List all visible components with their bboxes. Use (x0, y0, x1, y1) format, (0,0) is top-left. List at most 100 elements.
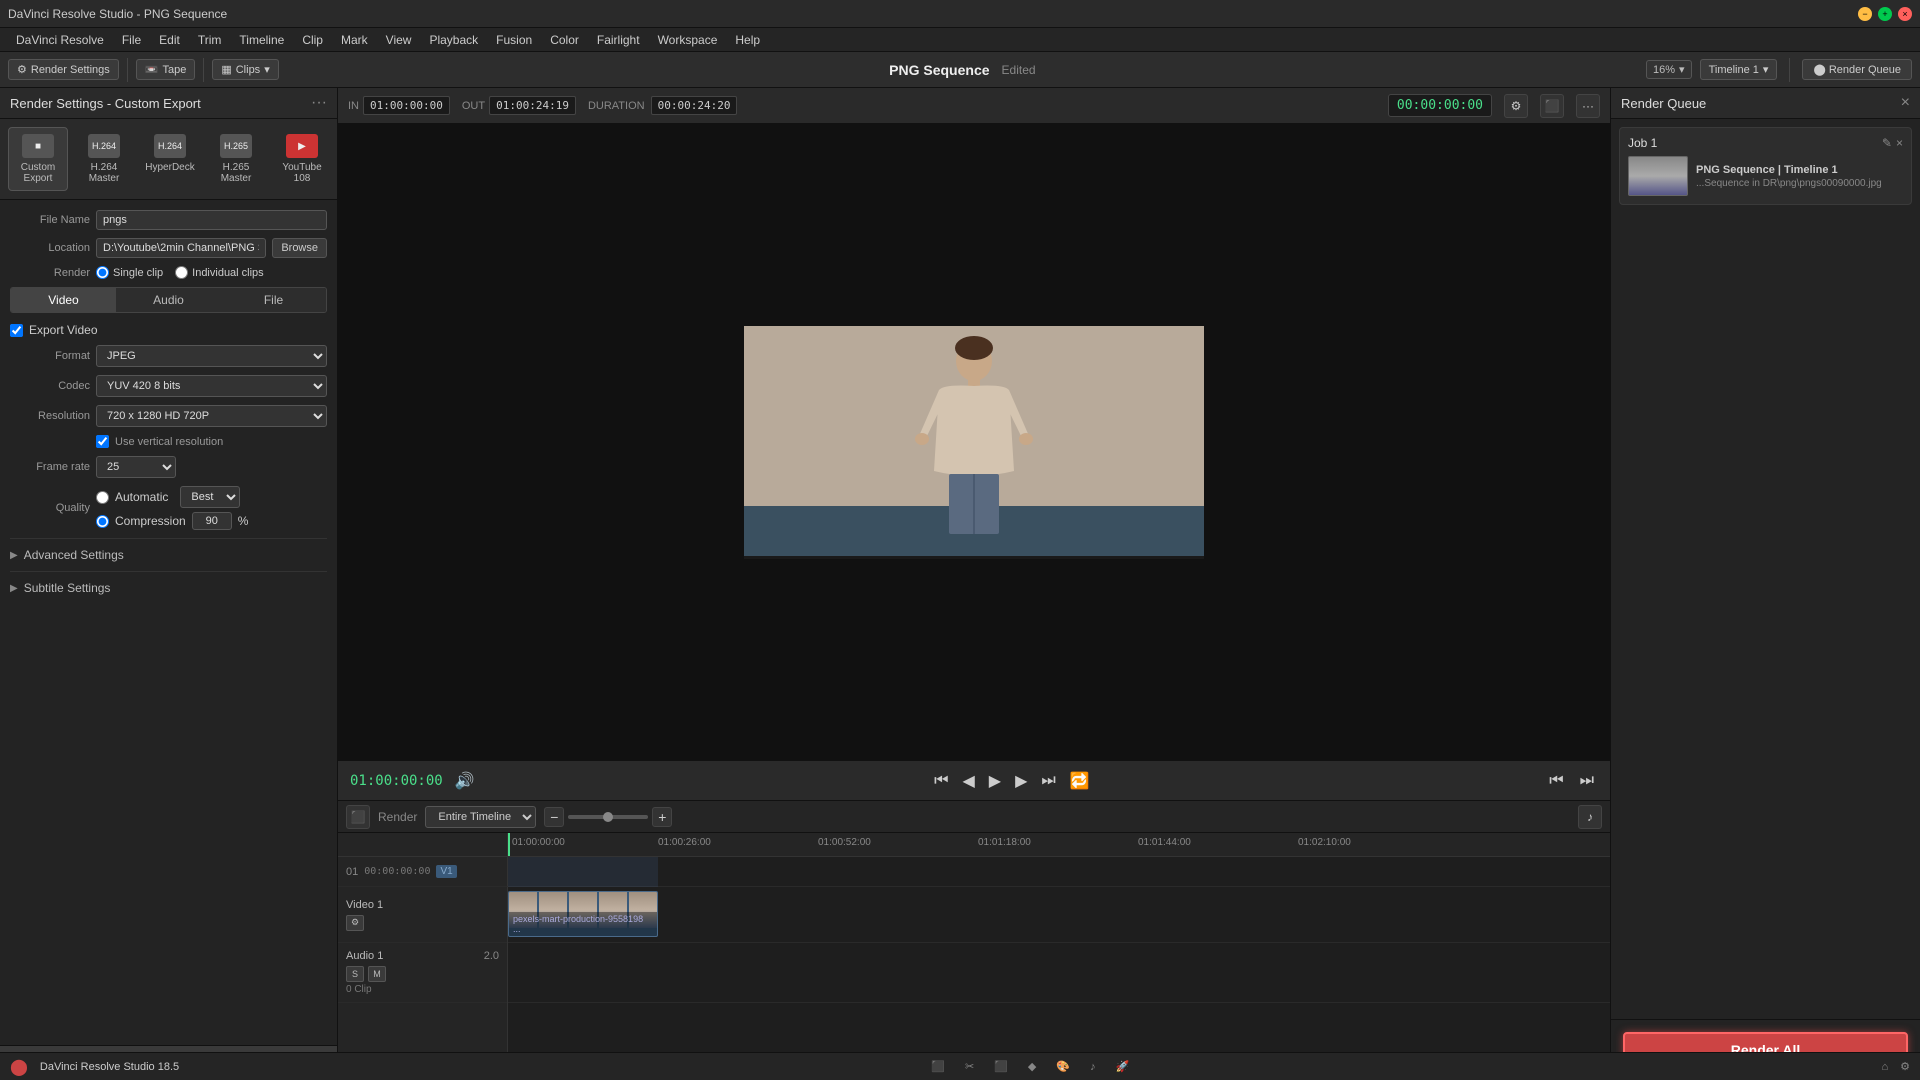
a1-solo-btn[interactable]: S (346, 966, 364, 982)
window-controls[interactable]: − + × (1858, 7, 1912, 21)
preset-youtube[interactable]: ▶ YouTube 108 (272, 127, 332, 191)
video-clip-1[interactable]: pexels-mart-production-9558198 ... (508, 891, 658, 937)
clips-btn[interactable]: ▦ Clips ▾ (212, 59, 278, 80)
menu-workspace[interactable]: Workspace (650, 31, 726, 49)
advanced-settings-header[interactable]: ▶ Advanced Settings (10, 545, 327, 565)
dual-viewer-btn[interactable]: ⬛ (1540, 94, 1564, 118)
frame-rate-select[interactable]: 25 (96, 456, 176, 478)
preset-h265-master[interactable]: H.265 H.265 Master (206, 127, 266, 191)
preset-hyperdeck[interactable]: H.264 HyperDeck (140, 127, 200, 191)
zoom-in-btn[interactable]: + (652, 807, 672, 827)
zoom-out-btn[interactable]: − (544, 807, 564, 827)
a1-track-btns: S M (346, 966, 499, 982)
tab-file[interactable]: File (221, 288, 326, 312)
timeline-link-btn[interactable]: ⬛ (346, 805, 370, 829)
menu-playback[interactable]: Playback (421, 31, 486, 49)
export-video-checkbox[interactable] (10, 324, 23, 337)
status-edit-btn[interactable]: ✂ (965, 1060, 974, 1073)
vertical-res-checkbox[interactable] (96, 435, 109, 448)
file-name-input[interactable] (96, 210, 327, 230)
menu-trim[interactable]: Trim (190, 31, 230, 49)
resolution-select[interactable]: 720 x 1280 HD 720P (96, 405, 327, 427)
quality-best-select[interactable]: Best (180, 486, 240, 508)
status-deliver-btn[interactable]: 🚀 (1116, 1060, 1130, 1073)
tape-btn[interactable]: 📼 Tape (136, 59, 196, 80)
menu-fairlight[interactable]: Fairlight (589, 31, 648, 49)
menu-mark[interactable]: Mark (333, 31, 376, 49)
track-labels: 01 00:00:00:00 V1 Video 1 ⚙ Aud (338, 833, 508, 1080)
menu-file[interactable]: File (114, 31, 149, 49)
render-settings-btn[interactable]: ⚙ Render Settings (8, 59, 119, 80)
render-queue-btn[interactable]: ⬤ Render Queue (1802, 59, 1912, 80)
status-fairlight-btn[interactable]: ♪ (1090, 1061, 1096, 1073)
individual-clips-radio[interactable] (175, 266, 188, 279)
menu-help[interactable]: Help (727, 31, 768, 49)
compression-value-input[interactable] (192, 512, 232, 530)
zoom-level-btn[interactable]: 16% ▾ (1646, 60, 1692, 79)
timecode-options-btn[interactable]: ⚙ (1504, 94, 1528, 118)
subtitle-settings-header[interactable]: ▶ Subtitle Settings (10, 578, 327, 598)
menu-timeline[interactable]: Timeline (231, 31, 292, 49)
timeline-select-btn[interactable]: Timeline 1 ▾ (1700, 59, 1778, 80)
location-input[interactable] (96, 238, 266, 258)
step-back-btn[interactable]: ◀ (958, 769, 978, 793)
maximize-button[interactable]: + (1878, 7, 1892, 21)
subtitle-settings-label: Subtitle Settings (24, 581, 111, 595)
render-queue-close-btn[interactable]: × (1901, 94, 1910, 112)
panel-options-btn[interactable]: ··· (311, 94, 327, 112)
single-clip-option[interactable]: Single clip (96, 266, 163, 279)
status-settings-btn[interactable]: ⚙ (1900, 1060, 1910, 1073)
zoom-slider[interactable] (568, 815, 648, 819)
browse-button[interactable]: Browse (272, 238, 327, 258)
preset-h264-master[interactable]: H.264 H.264 Master (74, 127, 134, 191)
close-button[interactable]: × (1898, 7, 1912, 21)
status-media-btn[interactable]: ⬛ (931, 1060, 945, 1073)
minimize-button[interactable]: − (1858, 7, 1872, 21)
tab-audio[interactable]: Audio (116, 288, 221, 312)
volume-btn[interactable]: 🔊 (451, 769, 479, 793)
menu-edit[interactable]: Edit (151, 31, 188, 49)
go-to-start-btn[interactable]: ⏮ (930, 770, 952, 792)
menu-color[interactable]: Color (542, 31, 587, 49)
codec-row: Codec YUV 420 8 bits (10, 375, 327, 397)
play-forward-btn[interactable]: ▶ (1011, 769, 1031, 793)
preset-custom-export[interactable]: ■ Custom Export (8, 127, 68, 191)
play-btn[interactable]: ▶ (985, 769, 1005, 793)
clip-end-btn[interactable]: ⏭ (1576, 770, 1598, 792)
transport-center: ⏮ ◀ ▶ ▶ ⏭ 🔁 (487, 769, 1538, 793)
status-home-btn[interactable]: ⌂ (1881, 1061, 1888, 1073)
menu-clip[interactable]: Clip (294, 31, 331, 49)
toolbar-right: 16% ▾ Timeline 1 ▾ ⬤ Render Queue (1646, 58, 1912, 82)
individual-clips-option[interactable]: Individual clips (175, 266, 264, 279)
a1-controls: Audio 1 2.0 S M 0 Clip (338, 943, 507, 1003)
job-edit-btn[interactable]: ✎ (1882, 136, 1892, 150)
toolbar-center: PNG Sequence Edited (287, 62, 1638, 78)
status-color-btn[interactable]: 🎨 (1056, 1060, 1070, 1073)
menu-davinci-resolve[interactable]: DaVinci Resolve (8, 31, 112, 49)
job-delete-btn[interactable]: × (1896, 136, 1903, 150)
file-name-label: File Name (10, 214, 90, 226)
v1-settings-btn[interactable]: ⚙ (346, 915, 364, 931)
single-clip-radio[interactable] (96, 266, 109, 279)
status-cut-btn[interactable]: ⬛ (994, 1060, 1008, 1073)
menu-fusion[interactable]: Fusion (488, 31, 540, 49)
preset-youtube-label: YouTube 108 (281, 162, 323, 184)
quality-automatic-radio[interactable] (96, 491, 109, 504)
loop-btn[interactable]: 🔁 (1066, 769, 1094, 793)
timeline-tracks-body[interactable]: 01:00:00:00 01:00:26:00 01:00:52:00 01:0… (508, 833, 1610, 1080)
a1-mute-btn[interactable]: M (368, 966, 386, 982)
quality-compression-radio[interactable] (96, 515, 109, 528)
codec-select[interactable]: YUV 420 8 bits (96, 375, 327, 397)
viewer-options-btn[interactable]: ··· (1576, 94, 1600, 118)
status-fusion-btn[interactable]: ◆ (1028, 1060, 1036, 1073)
format-select[interactable]: JPEG (96, 345, 327, 367)
toolbar-sep-1 (127, 58, 128, 82)
audio-waveform-btn[interactable]: ♪ (1578, 805, 1602, 829)
menu-view[interactable]: View (378, 31, 420, 49)
render-range-select[interactable]: Entire Timeline (425, 806, 536, 828)
quality-compression-row: Compression % (96, 512, 248, 530)
tab-video[interactable]: Video (11, 288, 116, 312)
clip-start-btn[interactable]: ⏮ (1545, 770, 1567, 792)
go-to-end-btn[interactable]: ⏭ (1037, 770, 1059, 792)
h265-icon: H.265 (220, 134, 252, 158)
